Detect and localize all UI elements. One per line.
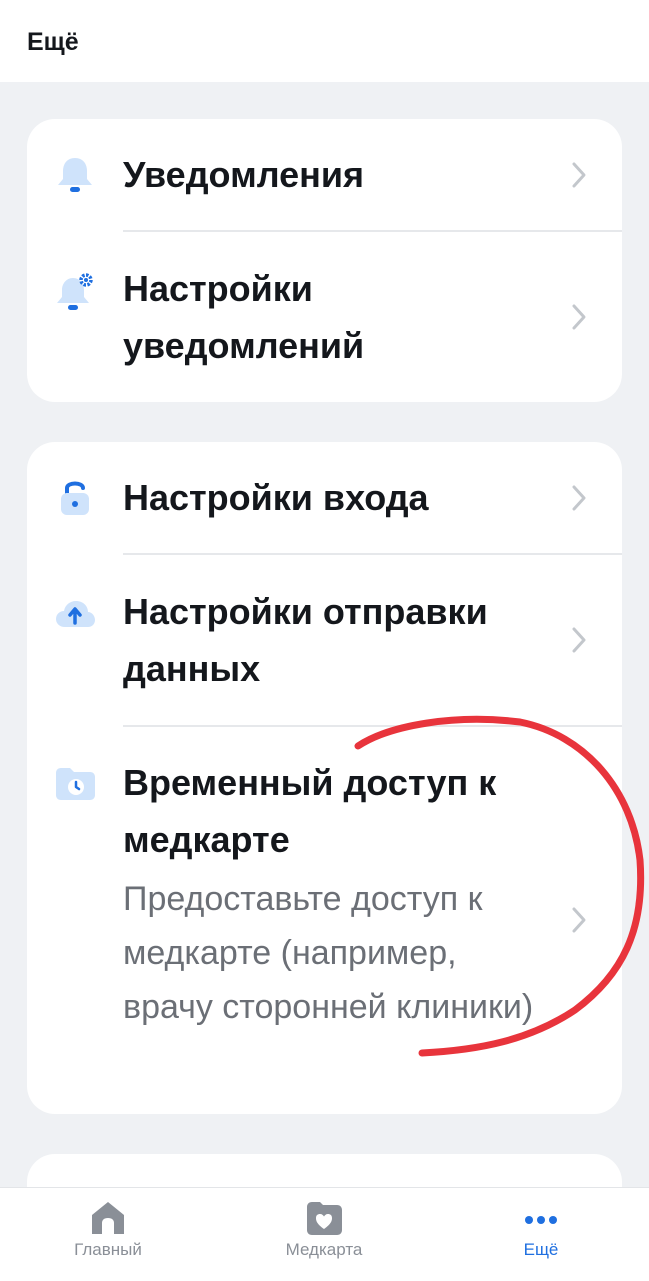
- login-settings-row[interactable]: Настройки входа: [27, 442, 622, 553]
- more-dots-icon: [521, 1198, 561, 1238]
- chevron-right-icon: [567, 903, 591, 937]
- tab-medcard[interactable]: Медкарта: [244, 1188, 404, 1281]
- tab-home[interactable]: Главный: [28, 1188, 188, 1281]
- top-bar: Ещё: [0, 0, 649, 82]
- folder-clock-icon: [53, 761, 97, 805]
- settings-card: Настройки входа Настройки отправки данны…: [27, 442, 622, 1114]
- notifications-title: Уведомления: [123, 154, 364, 195]
- chevron-right-icon: [567, 481, 591, 515]
- temporary-access-subtitle: Предоставьте доступ к медкарте (например…: [123, 880, 534, 1026]
- chevron-right-icon: [567, 158, 591, 192]
- notification-settings-row[interactable]: Настройки уведомлений: [27, 232, 622, 402]
- page-title: Ещё: [27, 28, 79, 56]
- notification-settings-title: Настройки уведомлений: [123, 268, 365, 366]
- chevron-right-icon: [567, 623, 591, 657]
- bell-settings-icon: [53, 270, 97, 314]
- tab-medcard-label: Медкарта: [285, 1240, 363, 1259]
- temporary-access-title: Временный доступ к медкарте: [123, 762, 497, 860]
- login-settings-title: Настройки входа: [123, 477, 429, 518]
- data-sending-settings-title: Настройки отправки данных: [123, 591, 488, 689]
- tab-home-label: Главный: [74, 1240, 142, 1259]
- notifications-row[interactable]: Уведомления: [27, 119, 622, 230]
- tab-more-label: Ещё: [523, 1240, 559, 1259]
- cloud-upload-icon: [53, 593, 97, 637]
- home-icon: [88, 1198, 128, 1238]
- data-sending-settings-row[interactable]: Настройки отправки данных: [27, 555, 622, 725]
- lock-icon: [53, 475, 97, 519]
- temporary-access-row[interactable]: Временный доступ к медкарте Предоставьте…: [27, 727, 622, 1114]
- notifications-card: Уведомления Настройки уведомлений: [27, 119, 622, 402]
- chevron-right-icon: [567, 300, 591, 334]
- bell-icon: [53, 152, 97, 196]
- tab-more[interactable]: Ещё: [461, 1188, 621, 1281]
- bottom-tab-bar: Главный Медкарта Ещё: [0, 1187, 649, 1281]
- medcard-heart-icon: [304, 1198, 344, 1238]
